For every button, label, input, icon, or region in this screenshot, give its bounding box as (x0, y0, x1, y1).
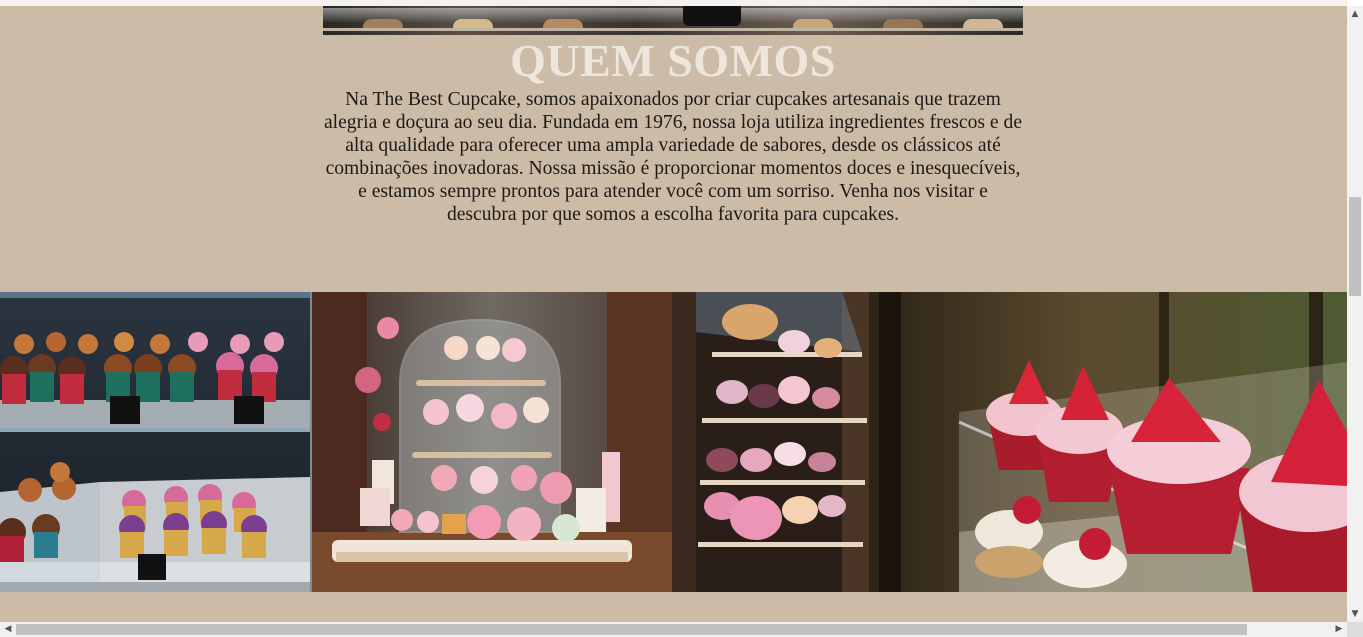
scrollbar-corner (1347, 622, 1363, 637)
vertical-scroll-thumb[interactable] (1349, 196, 1361, 296)
scroll-left-icon[interactable]: ◀ (0, 622, 16, 637)
vertical-scrollbar[interactable]: ▲ ▼ (1347, 6, 1363, 622)
scroll-down-icon[interactable]: ▼ (1347, 606, 1363, 622)
about-title: QUEM SOMOS (510, 35, 836, 86)
photo-gallery (0, 292, 1347, 592)
glass-dome-pastry-stand-photo (312, 292, 672, 592)
horizontal-scrollbar[interactable]: ◀ ▶ (0, 622, 1347, 637)
page-viewport: QUEM SOMOS Na The Best Cupcake, somos ap… (0, 0, 1347, 622)
hero-image-bottom (323, 6, 1023, 35)
strawberry-cupcakes-photo (869, 292, 1347, 592)
scroll-right-icon[interactable]: ▶ (1331, 622, 1347, 637)
horizontal-scroll-thumb[interactable] (16, 624, 1247, 635)
about-description: Na The Best Cupcake, somos apaixonados p… (323, 89, 1023, 225)
scroll-up-icon[interactable]: ▲ (1347, 6, 1363, 22)
cupcakes-display-case-photo (0, 292, 312, 592)
tiered-pastry-shelves-photo (672, 292, 869, 592)
